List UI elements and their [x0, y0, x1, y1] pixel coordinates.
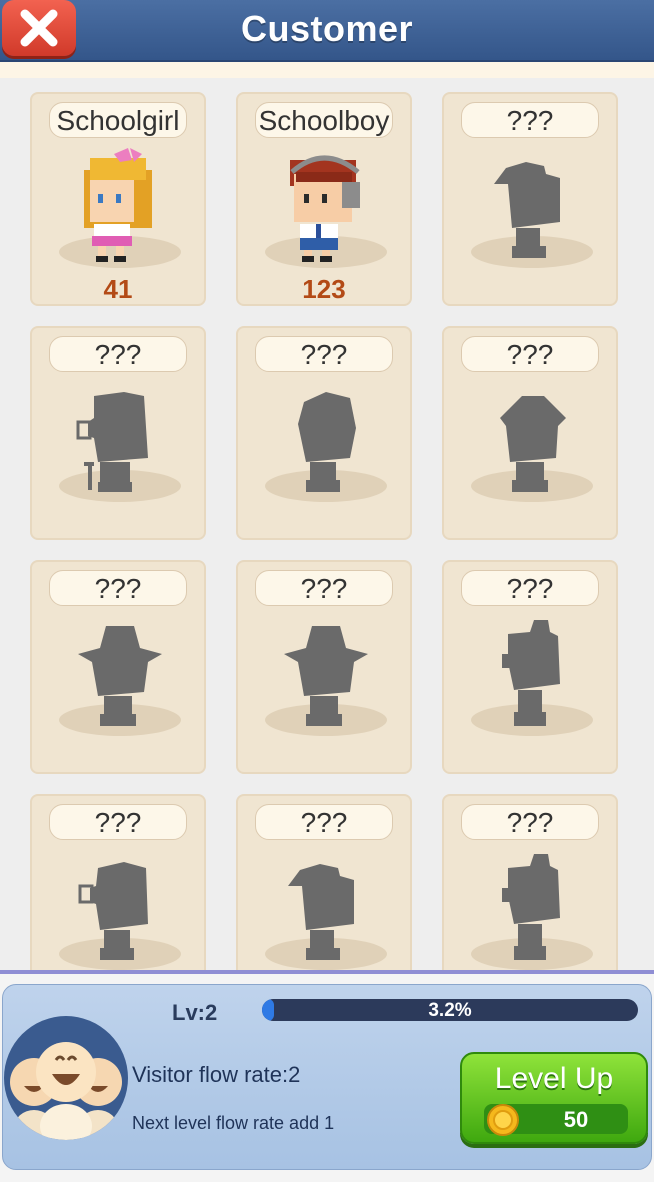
level-progress-text: 3.2% — [428, 1000, 472, 1021]
level-up-label: Level Up — [494, 1062, 614, 1095]
customer-name: Schoolboy — [255, 102, 393, 138]
visitor-flow-rate: Visitor flow rate:2 — [132, 1062, 301, 1087]
customer-name: ??? — [461, 102, 599, 138]
locked-customer-silhouette — [482, 144, 582, 269]
locked-customer-silhouette — [482, 378, 582, 503]
customer-name: ??? — [461, 804, 599, 840]
customer-name: ??? — [255, 336, 393, 372]
schoolboy-character — [276, 144, 376, 269]
level-up-button[interactable]: Level Up 50 — [460, 1052, 648, 1144]
locked-customer-silhouette — [70, 612, 170, 737]
customer-card[interactable]: ??? — [236, 794, 412, 970]
customer-card[interactable]: ??? — [442, 92, 618, 306]
locked-customer-silhouette — [276, 378, 376, 503]
visitors-avatar — [4, 1016, 128, 1140]
coin-icon — [487, 1104, 519, 1136]
customer-card[interactable]: Schoolgirl 41 — [30, 92, 206, 306]
locked-customer-silhouette — [276, 846, 376, 970]
locked-customer-silhouette — [482, 846, 582, 970]
schoolgirl-character — [70, 144, 170, 269]
customer-name: Schoolgirl — [49, 102, 187, 138]
customer-card[interactable]: ??? — [442, 794, 618, 970]
locked-customer-silhouette — [276, 612, 376, 737]
customer-card[interactable]: ??? — [30, 560, 206, 774]
customer-card[interactable]: ??? — [236, 326, 412, 540]
level-progress-bar: 3.2% — [262, 999, 638, 1021]
customer-name: ??? — [49, 336, 187, 372]
customer-name: ??? — [255, 570, 393, 606]
customer-card[interactable]: ??? — [30, 326, 206, 540]
locked-customer-silhouette — [70, 378, 170, 503]
header-bar: Customer — [0, 0, 654, 62]
customer-card[interactable]: ??? — [442, 560, 618, 774]
customer-name: ??? — [49, 804, 187, 840]
customer-card[interactable]: ??? — [236, 560, 412, 774]
customer-name: ??? — [255, 804, 393, 840]
level-up-cost-value: 50 — [563, 1107, 589, 1132]
visitors-icon — [10, 1042, 122, 1140]
level-up-cost: 50 — [484, 1104, 628, 1136]
header-divider — [0, 62, 654, 78]
customer-name: ??? — [461, 570, 599, 606]
customer-card[interactable]: Schoolboy 123 — [236, 92, 412, 306]
customer-grid[interactable]: Schoolgirl 41 Schoolboy 123????????????????… — [0, 78, 654, 970]
customer-name: ??? — [461, 336, 599, 372]
locked-customer-silhouette — [70, 846, 170, 970]
locked-customer-silhouette — [482, 612, 582, 737]
customer-card[interactable]: ??? — [30, 794, 206, 970]
next-level-info: Next level flow rate add 1 — [132, 1113, 335, 1133]
customer-name: ??? — [49, 570, 187, 606]
level-label: Lv:2 — [172, 1000, 218, 1025]
customer-visit-count: 123 — [302, 274, 346, 304]
page-title: Customer — [240, 8, 414, 49]
customer-card[interactable]: ??? — [442, 326, 618, 540]
customer-visit-count: 41 — [103, 274, 133, 304]
